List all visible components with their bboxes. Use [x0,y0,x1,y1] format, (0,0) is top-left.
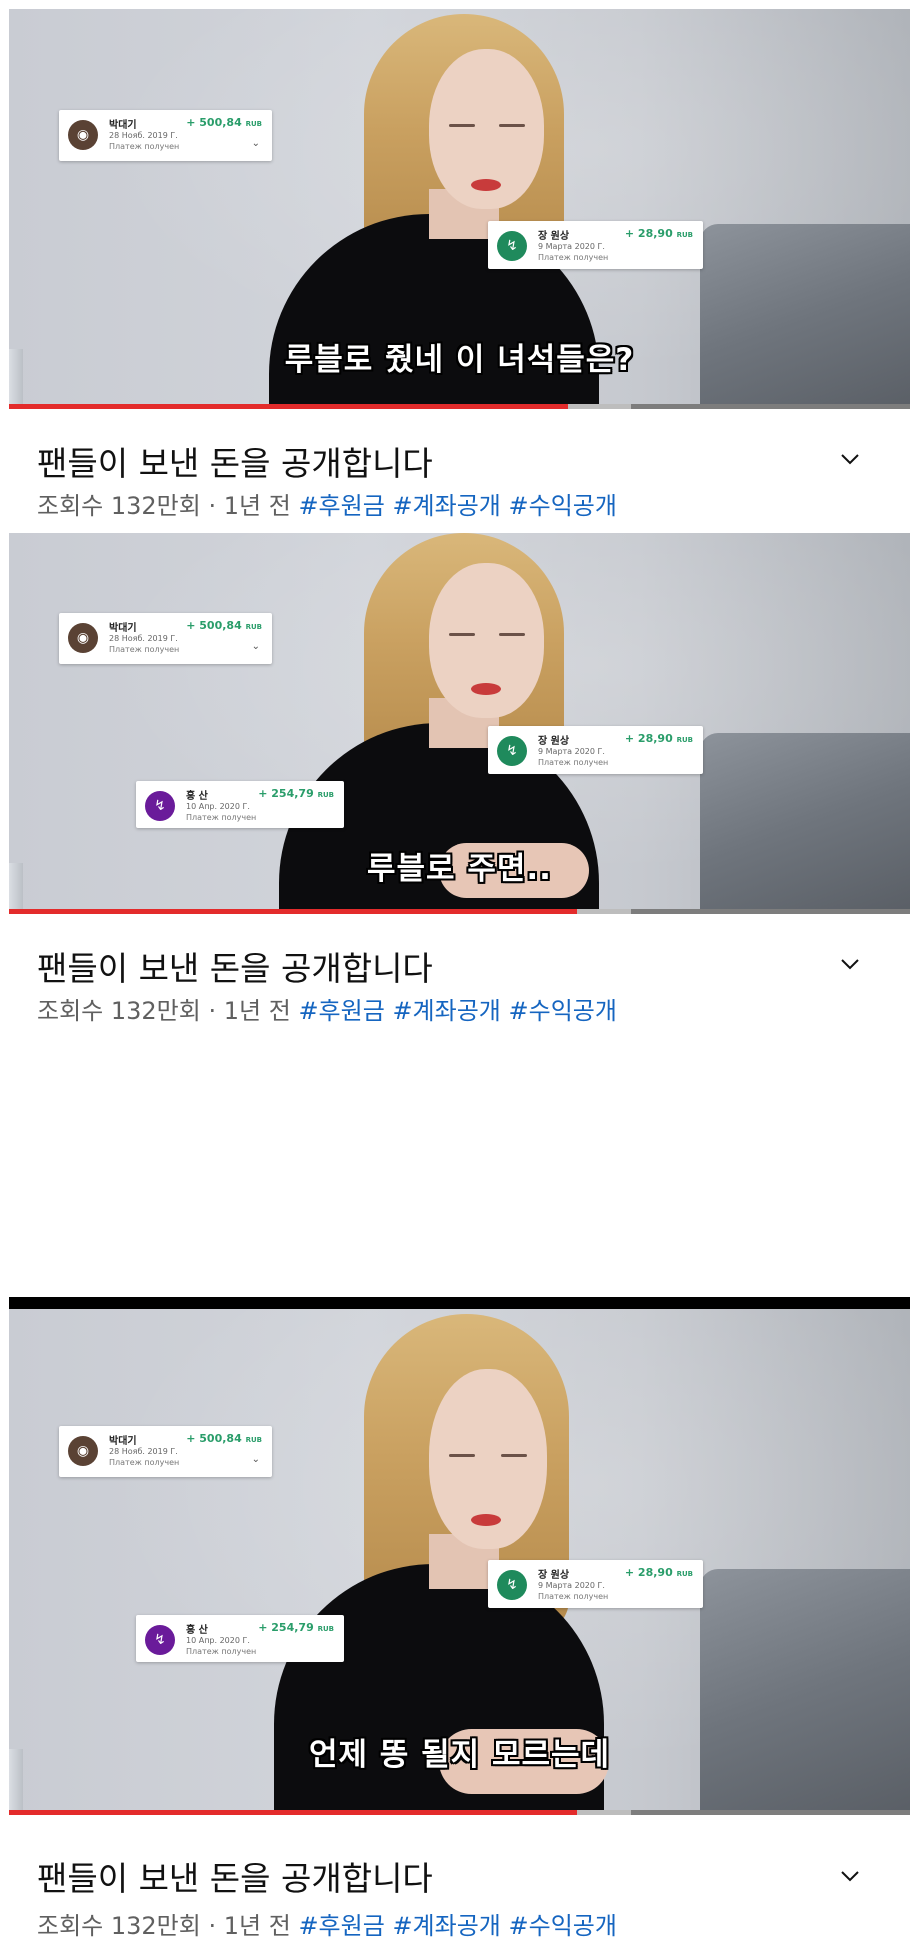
subtitle: 루블로 줬네 이 녀석들은? [284,342,635,378]
payer-name: 장 원상 [538,1570,570,1581]
chevron-down-icon: ⌄ [251,138,260,149]
payment-date: 28 Нояб. 2019 Г. [109,634,178,643]
hashtag-link[interactable]: #계좌공개 [392,1912,500,1940]
payment-date: 9 Марта 2020 Г. [538,242,605,251]
payment-amount: + 28,90 RUB [624,227,693,240]
video-player-3[interactable]: ◉ 박대기 28 Нояб. 2019 Г. Платеж получен + … [9,1309,910,1813]
video-meta: 조회수 132만회 · 1년 전 #후원금 #계좌공개 #수익공개 [37,991,617,1026]
chevron-down-icon: ⌄ [251,1454,260,1465]
progress-bar[interactable] [9,1810,910,1815]
video-title[interactable]: 팬들이 보낸 돈을 공개합니다 [37,437,433,485]
progress-fill [9,909,577,914]
hashtag-link[interactable]: #계좌공개 [392,997,500,1025]
view-count: 조회수 132만회 · 1년 전 [37,1912,291,1940]
payment-amount: + 500,84 RUB [186,116,262,129]
video-meta: 조회수 132만회 · 1년 전 #후원금 #계좌공개 #수익공개 [37,1906,617,1941]
payment-status: Платеж получен [109,142,180,151]
payment-amount: + 500,84 RUB [186,1432,262,1445]
bank-logo-icon: ↯ [145,1625,175,1655]
payment-card: ◉ 박대기 28 Нояб. 2019 Г. Платеж получен + … [59,613,272,664]
chevron-down-icon[interactable] [840,954,860,974]
payment-status: Платеж получен [186,1647,257,1656]
payment-status: Платеж получен [538,253,609,262]
payment-status: Платеж получен [538,1592,609,1601]
payment-status: Платеж получен [186,813,257,822]
payment-card: ↯ 홍 산 10 Апр. 2020 Г. Платеж получен + 2… [136,781,344,828]
bank-logo-icon: ↯ [497,231,527,261]
chevron-down-icon: ⌄ [251,641,260,652]
letterbox-bar [9,1297,910,1309]
avatar: ◉ [68,120,98,150]
payment-date: 28 Нояб. 2019 Г. [109,131,178,140]
payment-card: ◉ 박대기 28 Нояб. 2019 Г. Платеж получен + … [59,110,272,161]
payment-date: 10 Апр. 2020 Г. [186,1636,250,1645]
hashtag-link[interactable]: #후원금 [298,997,384,1025]
hashtag-link[interactable]: #수익공개 [509,997,617,1025]
payment-amount: + 254,79 RUB [258,787,334,800]
payment-card: ↯ 장 원상 9 Марта 2020 Г. Платеж получен + … [488,726,703,774]
payment-date: 9 Марта 2020 Г. [538,747,605,756]
subtitle: 언제 똥 될지 모르는데 [308,1737,611,1773]
bank-logo-icon: ↯ [497,1570,527,1600]
bank-logo-icon: ↯ [145,791,175,821]
payer-name: 박대기 [109,120,137,131]
payment-card: ↯ 장 원상 9 Марта 2020 Г. Платеж получен + … [488,221,703,269]
payment-status: Платеж получен [109,1458,180,1467]
payment-amount: + 254,79 RUB [258,1621,334,1634]
payment-status: Платеж получен [109,645,180,654]
payment-date: 10 Апр. 2020 Г. [186,802,250,811]
view-count: 조회수 132만회 · 1년 전 [37,492,291,520]
view-count: 조회수 132만회 · 1년 전 [37,997,291,1025]
subtitle: 루블로 주면.. [367,851,552,887]
video-player-2[interactable]: ◉ 박대기 28 Нояб. 2019 Г. Платеж получен + … [9,533,910,911]
hashtag-link[interactable]: #수익공개 [509,1912,617,1940]
chevron-down-icon[interactable] [840,1866,860,1886]
payment-card: ↯ 장 원상 9 Марта 2020 Г. Платеж получен + … [488,1560,703,1608]
hashtag-link[interactable]: #후원금 [298,492,384,520]
payment-amount: + 28,90 RUB [624,1566,693,1579]
hashtag-link[interactable]: #수익공개 [509,492,617,520]
payment-amount: + 28,90 RUB [624,732,693,745]
payment-status: Платеж получен [538,758,609,767]
progress-bar[interactable] [9,909,910,914]
payer-name: 장 원상 [538,736,570,747]
video-title[interactable]: 팬들이 보낸 돈을 공개합니다 [37,942,433,990]
payer-name: 박대기 [109,1436,137,1447]
payment-card: ↯ 홍 산 10 Апр. 2020 Г. Платеж получен + 2… [136,1615,344,1662]
payer-name: 장 원상 [538,231,570,242]
chevron-down-icon[interactable] [840,449,860,469]
video-title[interactable]: 팬들이 보낸 돈을 공개합니다 [37,1852,433,1900]
payment-amount: + 500,84 RUB [186,619,262,632]
video-meta: 조회수 132만회 · 1년 전 #후원금 #계좌공개 #수익공개 [37,486,617,521]
payment-date: 9 Марта 2020 Г. [538,1581,605,1590]
progress-bar[interactable] [9,404,910,409]
progress-fill [9,404,568,409]
video-player-1[interactable]: ◉ 박대기 28 Нояб. 2019 Г. Платеж получен + … [9,9,910,409]
payer-name: 홍 산 [186,791,208,802]
payer-name: 박대기 [109,623,137,634]
payment-card: ◉ 박대기 28 Нояб. 2019 Г. Платеж получен + … [59,1426,272,1477]
progress-fill [9,1810,577,1815]
payment-date: 28 Нояб. 2019 Г. [109,1447,178,1456]
avatar: ◉ [68,623,98,653]
avatar: ◉ [68,1436,98,1466]
hashtag-link[interactable]: #후원금 [298,1912,384,1940]
bank-logo-icon: ↯ [497,736,527,766]
payer-name: 홍 산 [186,1625,208,1636]
hashtag-link[interactable]: #계좌공개 [392,492,500,520]
